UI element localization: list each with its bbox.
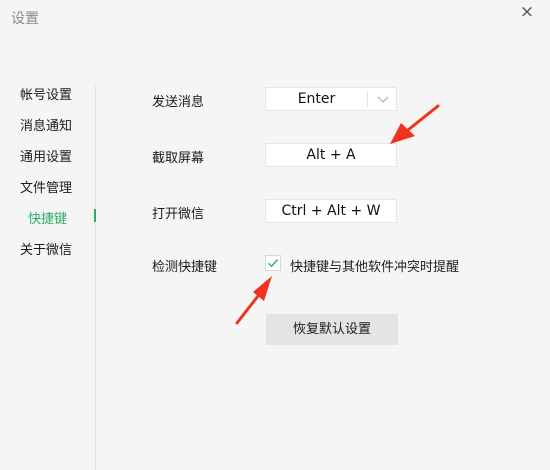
window-title: 设置 [11, 11, 39, 27]
detect-shortcut-label: 检测快捷键 [152, 260, 218, 275]
sidebar-item-about[interactable]: 关于微信 [20, 239, 72, 258]
send-message-value: Enter [297, 91, 336, 107]
restore-defaults-button[interactable]: 恢复默认设置 [266, 314, 398, 345]
sidebar-item-shortcuts[interactable]: 快捷键 [28, 208, 67, 227]
sidebar-item-notifications[interactable]: 消息通知 [20, 115, 72, 134]
send-message-select[interactable]: Enter [265, 87, 397, 111]
close-icon[interactable]: × [516, 0, 538, 22]
sidebar-item-account[interactable]: 帐号设置 [20, 84, 72, 103]
conflict-reminder-label[interactable]: 快捷键与其他软件冲突时提醒 [290, 256, 459, 275]
send-message-label: 发送消息 [152, 95, 205, 110]
screenshot-shortcut-field[interactable]: Alt + A [265, 143, 397, 167]
select-separator [367, 91, 368, 107]
conflict-reminder-checkbox[interactable] [265, 255, 281, 271]
sidebar-item-files[interactable]: 文件管理 [20, 177, 72, 196]
active-indicator [94, 209, 96, 222]
sidebar-item-general[interactable]: 通用设置 [20, 146, 72, 165]
screenshot-label: 截取屏幕 [152, 151, 205, 166]
check-icon [268, 259, 279, 268]
open-wechat-label: 打开微信 [152, 207, 205, 222]
sidebar-divider [95, 86, 96, 470]
chevron-down-icon[interactable] [374, 89, 392, 109]
title-bar: 设置 × [0, 0, 550, 34]
open-wechat-shortcut-field[interactable]: Ctrl + Alt + W [265, 199, 397, 223]
